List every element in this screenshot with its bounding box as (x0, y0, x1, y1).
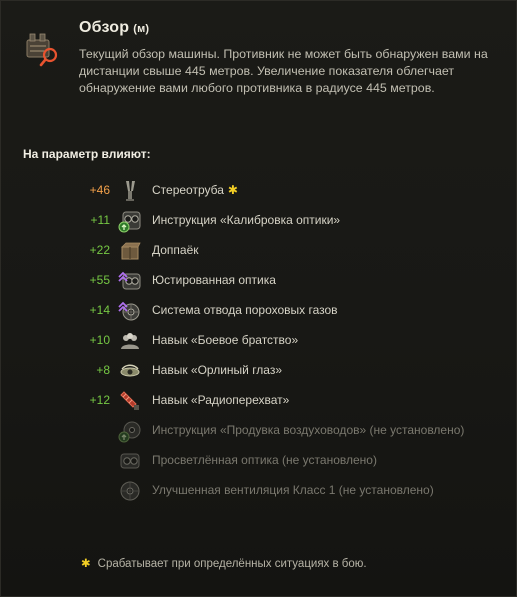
modifier-label: Просветлённая оптика (не установлено) (152, 453, 377, 467)
brotherhood-skill-icon (121, 333, 139, 349)
ventilation-icon (120, 481, 140, 501)
influence-heading: На параметр влияют: (23, 147, 151, 161)
list-item: +10 Навык «Боевое братство» (1, 326, 516, 356)
modifier-label: Инструкция «Калибровка оптики» (152, 213, 341, 227)
instruction-airflow-icon (118, 421, 141, 443)
title-unit: (м) (133, 23, 150, 35)
modifier-value: +12 (89, 393, 110, 407)
modifier-label: Навык «Боевое братство» (152, 333, 299, 347)
star-icon: ✱ (227, 183, 238, 197)
modifier-label: Юстированная оптика (152, 273, 276, 287)
list-item: +11 Инструкция «Калибровка оптики» (1, 206, 516, 236)
list-item: +55 Юстированная оптика (1, 266, 516, 296)
modifier-label: Улучшенная вентиляция Класс 1 (не устано… (152, 483, 434, 497)
list-item: Инструкция «Продувка воздуховодов» (не у… (1, 416, 516, 446)
tooltip-panel: Обзор (м) Текущий обзор машины. Противник… (0, 0, 517, 597)
ration-box-icon (121, 242, 141, 260)
stereo-tube-icon (126, 181, 135, 201)
description-text: Текущий обзор машины. Противник не может… (79, 47, 488, 95)
modifier-label: Стереотруба (152, 183, 224, 197)
list-item: +14 Система отвода пороховых газов (1, 296, 516, 326)
list-item: +12 Навык «Радиоперехват» (1, 386, 516, 416)
modifier-label: Навык «Орлиный глаз» (152, 363, 283, 377)
page-title: Обзор (м) (79, 19, 149, 37)
modifier-value: +11 (90, 213, 110, 227)
radio-intercept-skill-icon (120, 391, 139, 410)
list-item: +46 Стереотруба ✱ (1, 176, 516, 206)
binoculars-search-icon (26, 33, 58, 67)
title-text: Обзор (79, 19, 130, 36)
footnote-text: Срабатывает при определённых ситуациях в… (97, 558, 367, 570)
eagle-eye-skill-icon (120, 364, 140, 377)
list-item: +22 Доппаёк (1, 236, 516, 266)
list-item: +8 Навык «Орлиный глаз» (1, 356, 516, 386)
modifier-label: Доппаёк (152, 243, 199, 257)
modifier-label: Навык «Радиоперехват» (152, 393, 290, 407)
modifier-list: +46 Стереотруба ✱ +11 Инструкция «Калибро… (1, 176, 516, 506)
modifier-value: +22 (89, 243, 110, 257)
instruction-optics-icon (118, 211, 141, 233)
modifier-label: Инструкция «Продувка воздуховодов» (не у… (152, 423, 465, 437)
clear-optics-icon (120, 453, 140, 469)
modifier-value: +46 (89, 183, 110, 197)
coated-optics-icon (118, 271, 141, 290)
list-item: Просветлённая оптика (не установлено) (1, 446, 516, 476)
modifier-value: +55 (89, 273, 110, 287)
exhaust-system-icon (118, 301, 140, 321)
modifier-value: +10 (89, 333, 110, 347)
list-item: Улучшенная вентиляция Класс 1 (не устано… (1, 476, 516, 506)
modifier-value: +14 (89, 303, 110, 317)
footnote: ✱ Срабатывает при определённых ситуациях … (81, 556, 367, 570)
star-icon: ✱ (81, 558, 91, 570)
modifier-label: Система отвода пороховых газов (152, 303, 338, 317)
modifier-value: +8 (96, 363, 110, 377)
